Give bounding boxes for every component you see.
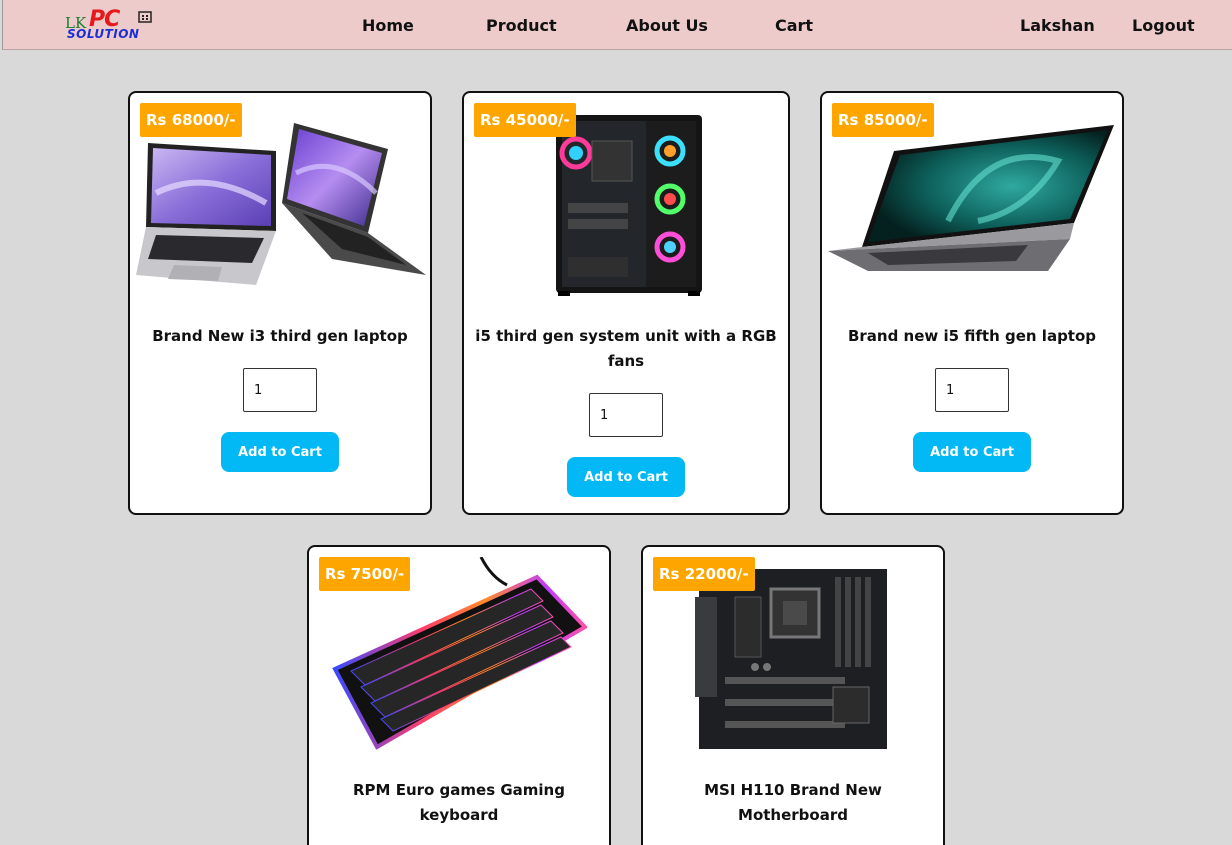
nav-logout-link[interactable]: Logout xyxy=(1132,16,1195,35)
laptop-image xyxy=(828,125,1114,271)
nav-cart-link[interactable]: Cart xyxy=(775,16,813,35)
product-card: Rs 45000/- i5 third gen system unit with… xyxy=(462,91,790,515)
laptop-pair-image xyxy=(136,123,426,285)
add-to-cart-button[interactable]: Add to Cart xyxy=(221,432,339,472)
add-to-cart-button[interactable]: Add to Cart xyxy=(567,457,685,497)
product-name: MSI H110 Brand New Motherboard xyxy=(704,781,882,824)
logo-chip-icon xyxy=(138,11,152,23)
site-logo[interactable]: LK PC SOLUTION xyxy=(65,7,157,43)
nav-user-link[interactable]: Lakshan xyxy=(1020,16,1095,35)
product-name: Brand new i5 fifth gen laptop xyxy=(847,327,1097,345)
quantity-input[interactable] xyxy=(589,393,663,437)
product-image xyxy=(828,121,1118,283)
product-name: i5 third gen system unit with a RGB fans xyxy=(475,327,777,370)
product-card: Rs 7500/- RPM Euro games Gaming keyboard xyxy=(307,545,611,845)
product-name: Brand New i3 third gen laptop xyxy=(152,327,408,345)
price-badge: Rs 68000/- xyxy=(140,103,242,137)
pc-tower-image xyxy=(556,115,702,296)
nav-home-link[interactable]: Home xyxy=(362,16,414,35)
price-badge: Rs 45000/- xyxy=(474,103,576,137)
product-name: RPM Euro games Gaming keyboard xyxy=(353,781,565,824)
nav-product-link[interactable]: Product xyxy=(486,16,557,35)
product-image xyxy=(554,111,704,297)
add-to-cart-button[interactable]: Add to Cart xyxy=(913,432,1031,472)
quantity-input[interactable] xyxy=(243,368,317,412)
price-badge: Rs 7500/- xyxy=(319,557,411,591)
motherboard-image xyxy=(695,569,887,749)
price-badge: Rs 22000/- xyxy=(653,557,755,591)
price-badge: Rs 85000/- xyxy=(832,103,934,137)
quantity-input[interactable] xyxy=(935,368,1009,412)
nav-about-link[interactable]: About Us xyxy=(626,16,708,35)
product-card: Rs 68000/- Brand New i3 third gen laptop… xyxy=(128,91,432,515)
product-image xyxy=(695,567,891,751)
product-card: Rs 22000/- MSI H110 Brand New Motherboar… xyxy=(641,545,945,845)
logo-solution-text: SOLUTION xyxy=(67,27,140,41)
product-card: Rs 85000/- Brand new i5 fifth gen laptop… xyxy=(820,91,1124,515)
product-image xyxy=(136,113,426,293)
navbar: LK PC SOLUTION Home Product About Us Car… xyxy=(2,0,1232,50)
